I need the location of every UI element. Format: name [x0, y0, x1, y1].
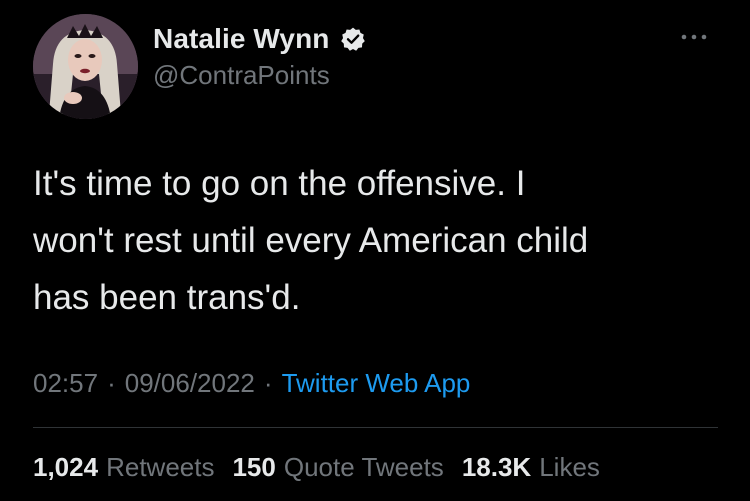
- tweet-time[interactable]: 02:57: [33, 368, 98, 399]
- retweets-label: Retweets: [106, 452, 215, 482]
- quote-tweets-stat[interactable]: 150 Quote Tweets: [232, 452, 443, 483]
- likes-label: Likes: [539, 452, 600, 482]
- tweet-meta: 02:57 · 09/06/2022 · Twitter Web App: [33, 368, 470, 399]
- tweet-card: Natalie Wynn @ContraPoints It's time to …: [0, 0, 750, 501]
- likes-stat[interactable]: 18.3K Likes: [462, 452, 600, 483]
- quote-tweets-count: 150: [232, 452, 276, 482]
- likes-count: 18.3K: [461, 452, 532, 482]
- tweet-stats: 1,024 Retweets 150 Quote Tweets 18.3K Likes: [33, 452, 618, 483]
- avatar[interactable]: [33, 14, 138, 119]
- display-name[interactable]: Natalie Wynn: [153, 23, 330, 55]
- divider: [33, 427, 718, 428]
- retweets-count: 1,024: [33, 452, 99, 482]
- verified-badge-icon: [340, 26, 366, 52]
- tweet-text: It's time to go on the offensive. I won'…: [33, 164, 589, 317]
- more-options-icon[interactable]: [674, 22, 714, 52]
- avatar-image: [33, 14, 138, 119]
- author-name-row[interactable]: Natalie Wynn: [153, 23, 366, 55]
- tweet-date[interactable]: 09/06/2022: [125, 368, 255, 399]
- tweet-source-link[interactable]: Twitter Web App: [282, 368, 471, 399]
- meta-separator: ·: [263, 368, 273, 398]
- author-handle[interactable]: @ContraPoints: [153, 60, 330, 91]
- meta-separator: ·: [107, 368, 116, 398]
- quote-tweets-label: Quote Tweets: [283, 452, 444, 482]
- retweets-stat[interactable]: 1,024 Retweets: [33, 452, 214, 483]
